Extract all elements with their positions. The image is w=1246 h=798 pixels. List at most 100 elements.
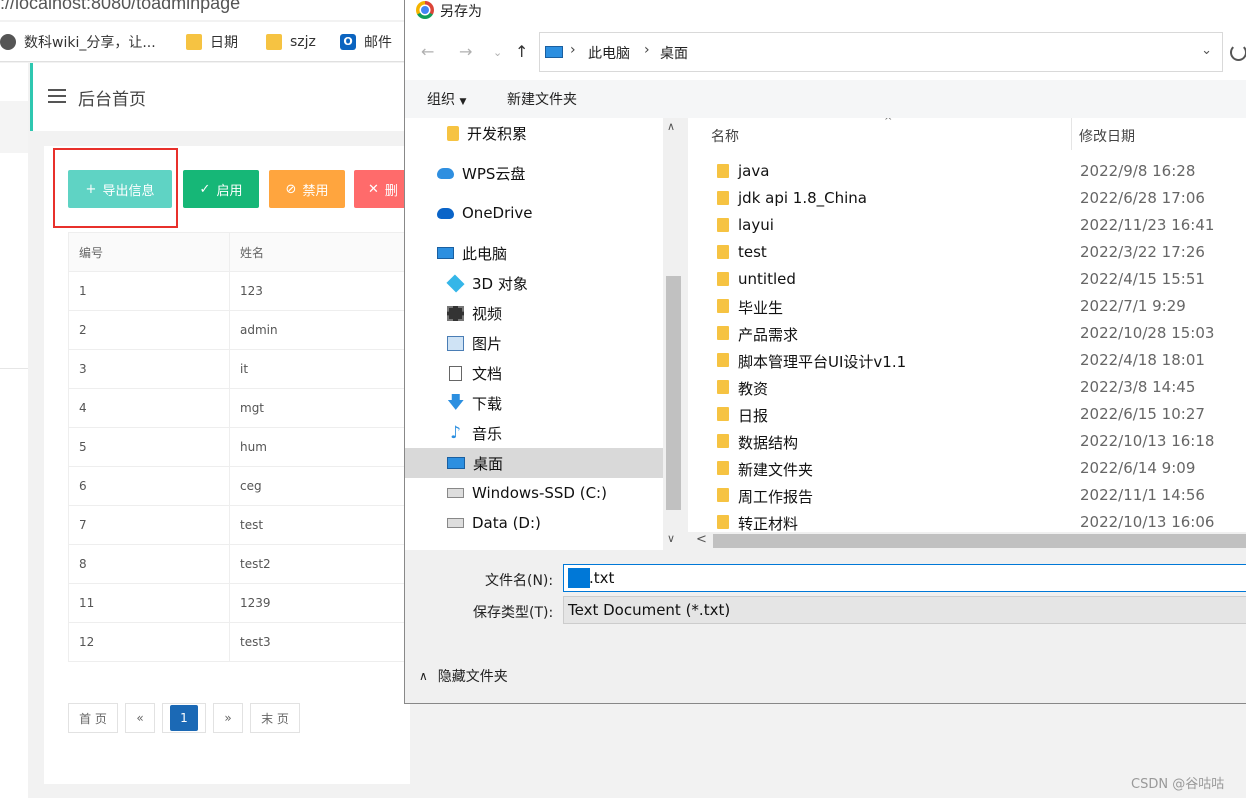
save-as-dialog: 另存为 ← → ⌄ ↑ › 此电脑 › 桌面 ⌄ 组织 ▼ 新建文件夹 开发积累… [404,0,1246,704]
list-item[interactable]: 周工作报告 2022/11/1 14:56 [688,482,1246,509]
tree-item-this-pc[interactable]: 此电脑 [405,238,663,268]
list-item[interactable]: untitled 2022/4/15 15:51 [688,266,1246,293]
back-arrow-icon[interactable]: ← [421,42,434,61]
table-cell: 3 [68,349,230,389]
scrollbar-thumb[interactable] [713,534,1246,548]
file-name: layui [738,216,774,234]
file-modified-date: 2022/6/14 9:09 [1080,459,1196,477]
tree-item-onedrive[interactable]: OneDrive [405,198,663,228]
pager-first-button[interactable]: 首 页 [68,703,118,733]
table-row[interactable]: 11 1239 [68,583,410,623]
list-item[interactable]: 新建文件夹 2022/6/14 9:09 [688,455,1246,482]
bookmark-wiki[interactable]: 数科wiki_分享，让... [0,31,156,53]
file-list-hscrollbar[interactable]: < [688,532,1246,550]
file-modified-date: 2022/11/1 14:56 [1080,486,1205,504]
tree-item-dev[interactable]: 开发积累 [405,118,663,148]
caret-down-icon: ▼ [459,97,467,107]
column-header-modified[interactable]: 修改日期 [1079,126,1135,146]
list-item[interactable]: layui 2022/11/23 16:41 [688,212,1246,239]
tree-item-videos[interactable]: 视频 [405,298,663,328]
tree-label: 此电脑 [462,244,508,263]
check-icon: ✓ [199,181,211,197]
table-cell: admin [229,310,410,350]
table-row[interactable]: 7 test [68,505,410,545]
forward-arrow-icon[interactable]: → [459,42,472,61]
bookmark-riqi[interactable]: 日期 [186,31,238,53]
filetype-label: 保存类型(T): [473,605,554,621]
folder-icon [717,461,729,475]
tree-item-drive-c[interactable]: Windows-SSD (C:) [405,478,663,508]
list-item[interactable]: 教资 2022/3/8 14:45 [688,374,1246,401]
list-item[interactable]: test 2022/3/22 17:26 [688,239,1246,266]
list-item[interactable]: java 2022/9/8 16:28 [688,158,1246,185]
file-modified-date: 2022/6/28 17:06 [1080,189,1205,207]
breadcrumb-this-pc[interactable]: 此电脑 [588,43,630,63]
scroll-down-icon[interactable]: ∨ [667,532,675,545]
dialog-titlebar[interactable]: 另存为 [405,0,1246,22]
up-arrow-icon[interactable]: ↑ [515,42,528,61]
disable-button[interactable]: ⊘ 禁用 [269,170,345,208]
chevron-right-icon[interactable]: › [570,42,576,58]
list-item[interactable]: 毕业生 2022/7/1 9:29 [688,293,1246,320]
table-row[interactable]: 6 ceg [68,466,410,506]
tree-item-pictures[interactable]: 图片 [405,328,663,358]
list-item[interactable]: 脚本管理平台UI设计v1.1 2022/4/18 18:01 [688,347,1246,374]
music-icon: ♪ [450,422,461,443]
pager-current-page[interactable]: 1 [162,703,206,733]
breadcrumb-desktop[interactable]: 桌面 [660,43,688,63]
list-item[interactable]: 产品需求 2022/10/28 15:03 [688,320,1246,347]
table-cell: 4 [68,388,230,428]
tree-item-documents[interactable]: 文档 [405,358,663,388]
folder-icon [717,164,729,178]
column-header-name[interactable]: 名称 [711,126,739,146]
menu-icon[interactable] [48,89,66,103]
table-row[interactable]: 5 hum [68,427,410,467]
table-row[interactable]: 8 test2 [68,544,410,584]
recent-locations-icon[interactable]: ⌄ [493,46,502,59]
scroll-left-icon[interactable]: < [696,532,707,547]
enable-button[interactable]: ✓ 启用 [183,170,259,208]
list-item[interactable]: 数据结构 2022/10/13 16:18 [688,428,1246,455]
new-folder-button[interactable]: 新建文件夹 [507,89,577,109]
delete-label: 删 [384,183,398,199]
column-header-name[interactable]: 姓名 [229,232,410,272]
table-row[interactable]: 2 admin [68,310,410,350]
column-divider[interactable] [1071,118,1072,150]
address-breadcrumb[interactable]: › 此电脑 › 桌面 ⌄ [539,32,1223,72]
bookmark-mail[interactable]: O 邮件 [340,31,392,53]
filename-input[interactable]: .txt [563,564,1246,592]
list-item[interactable]: jdk api 1.8_China 2022/6/28 17:06 [688,185,1246,212]
chevron-right-icon[interactable]: › [644,42,650,58]
table-row[interactable]: 4 mgt [68,388,410,428]
tree-item-wps[interactable]: WPS云盘 [405,158,663,188]
pc-icon [437,247,454,259]
navigation-pane: 开发积累 WPS云盘 OneDrive 此电脑 3D 对象 视频 图片 文档 🡇… [405,118,663,550]
onedrive-icon [437,207,454,219]
organize-menu[interactable]: 组织 ▼ [427,89,466,109]
navigation-scrollbar[interactable]: ∧ ∨ [663,118,684,550]
tree-item-downloads[interactable]: 🡇 下载 [405,388,663,418]
side-nav-active-item[interactable] [0,101,28,153]
watermark: CSDN @谷咕咕 [1131,777,1225,792]
pager-prev-button[interactable]: « [125,703,155,733]
tree-item-music[interactable]: ♪ 音乐 [405,418,663,448]
tree-item-drive-d[interactable]: Data (D:) [405,508,663,538]
table-row[interactable]: 3 it [68,349,410,389]
bookmark-szjz[interactable]: szjz [266,31,316,53]
scroll-up-icon[interactable]: ∧ [667,120,675,133]
chevron-down-icon[interactable]: ⌄ [1201,43,1212,58]
pager-last-button[interactable]: 末 页 [250,703,300,733]
tree-label: 开发积累 [467,124,528,143]
tree-item-3d[interactable]: 3D 对象 [405,268,663,298]
hide-folders-toggle[interactable]: ∧ 隐藏文件夹 [419,666,508,686]
table-cell: hum [229,427,410,467]
table-row[interactable]: 1 123 [68,271,410,311]
filetype-select[interactable]: Text Document (*.txt) [563,596,1246,624]
refresh-icon[interactable] [1230,44,1246,61]
tree-item-desktop[interactable]: 桌面 [405,448,663,478]
table-row[interactable]: 12 test3 [68,622,410,662]
column-header-id[interactable]: 编号 [68,232,230,272]
pager-next-button[interactable]: » [213,703,243,733]
scrollbar-thumb[interactable] [666,276,681,510]
list-item[interactable]: 日报 2022/6/15 10:27 [688,401,1246,428]
